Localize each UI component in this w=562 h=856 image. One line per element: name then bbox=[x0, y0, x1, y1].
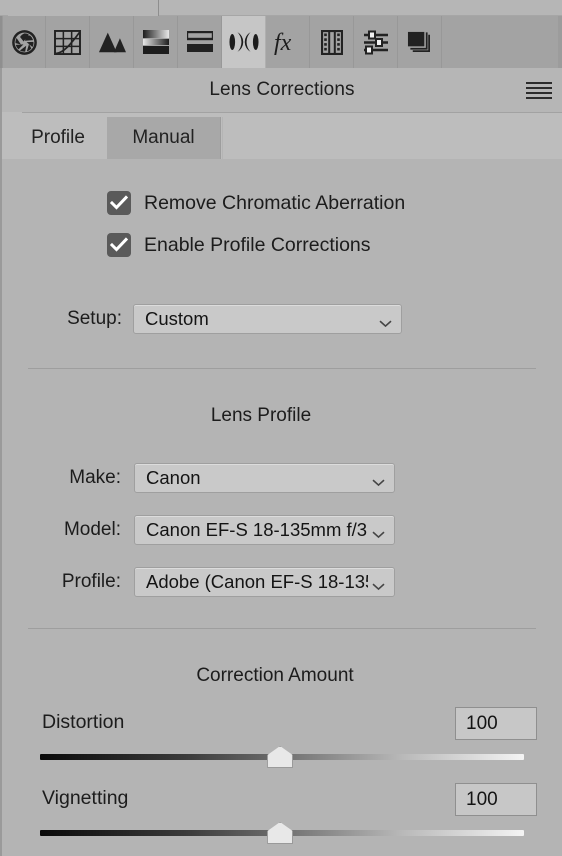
vignetting-slider-head: Vignetting 100 bbox=[2, 783, 562, 817]
tab-bar-filler bbox=[222, 117, 562, 159]
vignetting-slider-group: Vignetting 100 bbox=[2, 783, 562, 847]
page-title: Lens Corrections bbox=[209, 79, 355, 100]
tab-profile[interactable]: Profile bbox=[11, 117, 105, 159]
make-row: Make: Canon bbox=[48, 463, 395, 493]
profile-label: Profile: bbox=[61, 571, 121, 592]
distortion-slider-group: Distortion 100 bbox=[2, 707, 562, 771]
distortion-slider-head: Distortion 100 bbox=[2, 707, 562, 741]
toolbar-filler bbox=[442, 16, 562, 68]
tab-bar-underline bbox=[22, 112, 562, 113]
hamburger-menu-icon[interactable] bbox=[526, 80, 552, 100]
distortion-label: Distortion bbox=[42, 711, 125, 733]
basic-aperture-icon-cell[interactable] bbox=[2, 16, 46, 68]
vignetting-slider[interactable] bbox=[2, 821, 562, 847]
enable-profile-corrections-checkbox[interactable] bbox=[107, 233, 131, 257]
presets-sliders-icon bbox=[363, 30, 389, 55]
tab-bar[interactable]: Profile Manual bbox=[0, 112, 562, 159]
vignetting-slider-thumb[interactable] bbox=[267, 822, 294, 844]
lens-corrections-icon-cell[interactable] bbox=[222, 16, 266, 68]
top-cutoff-strip bbox=[0, 0, 562, 16]
right-panel-edge bbox=[558, 16, 562, 68]
chevron-down-icon bbox=[372, 578, 385, 591]
calibration-film-icon bbox=[320, 29, 343, 55]
svg-text:fx: fx bbox=[274, 30, 292, 55]
vignetting-value: 100 bbox=[466, 788, 498, 810]
distortion-value-input[interactable]: 100 bbox=[455, 707, 537, 740]
model-row: Model: Canon EF-S 18-135mm f/3.5-5... bbox=[40, 515, 395, 545]
tone-curve-icon-cell[interactable] bbox=[46, 16, 90, 68]
split-toning-icon bbox=[142, 30, 169, 54]
color-mixer-icon-cell[interactable] bbox=[90, 16, 134, 68]
make-select-value: Canon bbox=[146, 467, 201, 488]
lens-corrections-panel-body: Remove Chromatic Aberration Enable Profi… bbox=[0, 159, 562, 856]
distortion-slider[interactable] bbox=[2, 745, 562, 771]
snapshots-stack-icon bbox=[406, 30, 433, 55]
basic-aperture-icon bbox=[11, 29, 38, 56]
tab-profile-label: Profile bbox=[31, 127, 85, 148]
enable-profile-corrections-label: Enable Profile Corrections bbox=[144, 233, 371, 256]
split-toning-icon-cell[interactable] bbox=[134, 16, 178, 68]
effects-fx-icon-cell[interactable]: fx bbox=[266, 16, 310, 68]
distortion-slider-thumb[interactable] bbox=[267, 746, 294, 768]
profile-select[interactable]: Adobe (Canon EF-S 18-135m... bbox=[134, 567, 395, 597]
remove-chromatic-aberration-label: Remove Chromatic Aberration bbox=[144, 191, 406, 214]
partial-glyph-icon bbox=[40, 0, 62, 4]
setup-label: Setup: bbox=[67, 308, 122, 329]
effects-fx-icon: fx bbox=[273, 29, 303, 55]
chevron-down-icon bbox=[379, 315, 392, 328]
tone-curve-icon bbox=[54, 29, 81, 55]
lens-profile-heading: Lens Profile bbox=[210, 405, 312, 426]
enable-profile-corrections-row[interactable]: Enable Profile Corrections bbox=[107, 233, 371, 257]
remove-chromatic-aberration-row[interactable]: Remove Chromatic Aberration bbox=[107, 191, 405, 215]
profile-row: Profile: Adobe (Canon EF-S 18-135m... bbox=[34, 567, 395, 597]
snapshots-stack-icon-cell[interactable] bbox=[398, 16, 442, 68]
color-mixer-icon bbox=[98, 30, 126, 54]
setup-select-value: Custom bbox=[145, 308, 209, 329]
tab-manual[interactable]: Manual bbox=[107, 117, 221, 159]
calibration-film-icon-cell[interactable] bbox=[310, 16, 354, 68]
separator-correction-amount bbox=[28, 628, 536, 629]
model-select[interactable]: Canon EF-S 18-135mm f/3.5-5... bbox=[134, 515, 395, 545]
checkmark-icon bbox=[110, 195, 128, 210]
setup-select[interactable]: Custom bbox=[133, 304, 402, 334]
remove-chromatic-aberration-checkbox[interactable] bbox=[107, 191, 131, 215]
chevron-down-icon bbox=[372, 474, 385, 487]
top-cutoff-left-segment bbox=[8, 0, 159, 16]
profile-select-value: Adobe (Canon EF-S 18-135m... bbox=[146, 571, 368, 592]
detail-icon bbox=[186, 31, 213, 53]
detail-icon-cell[interactable] bbox=[178, 16, 222, 68]
vignetting-label: Vignetting bbox=[42, 787, 129, 809]
vignetting-value-input[interactable]: 100 bbox=[455, 783, 537, 816]
presets-sliders-icon-cell[interactable] bbox=[354, 16, 398, 68]
model-select-value: Canon EF-S 18-135mm f/3.5-5... bbox=[146, 519, 368, 540]
panel-title-bar: Lens Corrections bbox=[0, 68, 562, 112]
make-select[interactable]: Canon bbox=[134, 463, 395, 493]
separator-lens-profile bbox=[28, 368, 536, 369]
correction-amount-heading: Correction Amount bbox=[196, 665, 354, 686]
chevron-down-icon bbox=[372, 526, 385, 539]
module-icon-toolbar[interactable]: fx bbox=[0, 16, 562, 68]
distortion-value: 100 bbox=[466, 712, 498, 734]
setup-row: Setup: Custom bbox=[54, 304, 402, 334]
make-label: Make: bbox=[69, 467, 121, 488]
checkmark-icon bbox=[110, 237, 128, 252]
model-label: Model: bbox=[63, 519, 121, 540]
tab-manual-label: Manual bbox=[132, 127, 195, 148]
lens-corrections-icon bbox=[228, 30, 259, 54]
